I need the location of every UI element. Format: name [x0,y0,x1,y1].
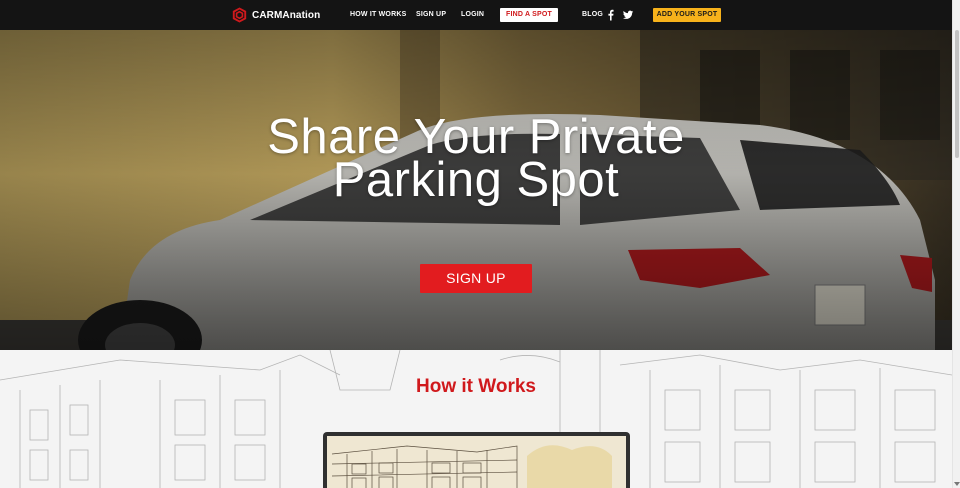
nav-blog[interactable]: BLOG [582,11,603,18]
twitter-icon[interactable] [622,9,634,21]
nav-sign-up[interactable]: SIGN UP [416,11,446,18]
scroll-down-arrow-icon[interactable] [954,482,960,486]
top-navbar: CARMAnation HOW IT WORKS SIGN UP LOGIN F… [0,0,952,30]
scrollbar-thumb[interactable] [955,30,959,158]
brand-name: CARMAnation [252,9,321,21]
brand-logo[interactable]: CARMAnation [232,7,320,23]
how-it-works-title: How it Works [416,376,536,397]
nav-how-it-works[interactable]: HOW IT WORKS [350,11,406,18]
nav-login[interactable]: LOGIN [461,11,484,18]
find-a-spot-button[interactable]: FIND A SPOT [500,8,558,22]
facebook-icon[interactable] [605,9,617,21]
laptop-screen-image [327,436,626,488]
laptop-illustration [323,432,630,488]
hero-sign-up-button[interactable]: SIGN UP [420,264,532,293]
how-it-works-section: How it Works [0,350,952,488]
hero-title-line-2: Parking Spot [332,153,620,207]
hero-section: Share Your Private Parking Spot SIGN UP [0,30,952,350]
hexagon-logo-icon [232,7,247,23]
add-your-spot-button[interactable]: ADD YOUR SPOT [653,8,721,22]
hero-title: Share Your Private Parking Spot [0,113,952,207]
page-scrollbar[interactable] [952,0,960,488]
